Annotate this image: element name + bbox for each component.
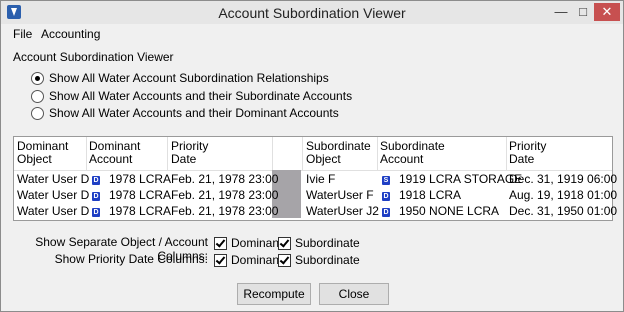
radio-button[interactable]	[31, 106, 44, 120]
radio-button[interactable]	[31, 89, 44, 103]
account-type-icon: D	[382, 208, 390, 217]
title-bar: Account Subordination Viewer — □ ✕	[1, 1, 623, 24]
cell-subordinate-priority: Dec. 31, 1919 06:00	[509, 172, 618, 186]
column-separator[interactable]	[167, 137, 168, 170]
cell-subordinate-object: Ivie F	[306, 172, 336, 186]
radio-label: Show All Water Accounts and their Subord…	[49, 89, 353, 103]
cell-dominant-object: Water User D	[17, 172, 90, 186]
account-type-icon: D	[92, 192, 100, 201]
header-divider	[14, 170, 612, 171]
checkbox-checked[interactable]	[214, 253, 227, 267]
cell-dominant-account: 1978 LCRA	[109, 172, 172, 186]
checkbox-label: Dominant	[231, 236, 283, 250]
account-type-icon: D	[92, 208, 100, 217]
checkbox-checked[interactable]	[278, 236, 291, 250]
cell-subordinate-account: 1950 NONE LCRA	[399, 204, 500, 218]
cell-subordinate-object: WaterUser F	[306, 188, 374, 202]
cell-dominant-account: 1978 LCRA	[109, 204, 172, 218]
checkbox-checked[interactable]	[214, 236, 227, 250]
checkbox-label: Subordinate	[295, 236, 360, 250]
checkbox-priority-dominant[interactable]: Dominant	[214, 252, 282, 268]
account-type-icon: D	[92, 176, 100, 185]
close-button[interactable]: Close	[319, 283, 389, 305]
cell-dominant-account: 1978 LCRA	[109, 188, 172, 202]
maximize-icon[interactable]: □	[572, 3, 594, 21]
column-separator[interactable]	[302, 137, 303, 170]
radio-label: Show All Water Accounts and their Domina…	[49, 106, 339, 120]
cell-subordinate-object: WaterUser J2	[306, 204, 379, 218]
window-title: Account Subordination Viewer	[218, 5, 406, 21]
radio-show-dominant[interactable]: Show All Water Accounts and their Domina…	[31, 105, 339, 121]
header-dominant-priority[interactable]: Priority Date	[171, 140, 208, 166]
cell-subordinate-priority: Aug. 19, 1918 01:00	[509, 188, 618, 202]
account-subordination-window: Account Subordination Viewer — □ ✕ File …	[0, 0, 624, 312]
cell-subordinate-account: 1918 LCRA	[399, 188, 462, 202]
header-subordinate-account[interactable]: Subordinate Account	[380, 140, 445, 166]
recompute-button[interactable]: Recompute	[237, 283, 311, 305]
radio-show-relationships[interactable]: Show All Water Account Subordination Rel…	[31, 70, 329, 86]
cell-dominant-priority: Feb. 21, 1978 23:00	[171, 188, 279, 202]
checkbox-priority-subordinate[interactable]: Subordinate	[278, 252, 360, 268]
radio-show-subordinate[interactable]: Show All Water Accounts and their Subord…	[31, 88, 352, 104]
column-separator[interactable]	[506, 137, 507, 170]
close-window-icon[interactable]: ✕	[594, 3, 620, 21]
cell-dominant-object: Water User D	[17, 204, 90, 218]
menu-bar: File Accounting	[1, 24, 623, 44]
checkbox-columns-dominant[interactable]: Dominant	[214, 235, 282, 251]
radio-label: Show All Water Account Subordination Rel…	[49, 71, 329, 85]
checkbox-label: Dominant	[231, 253, 283, 267]
header-dominant-account[interactable]: Dominant Account	[89, 140, 140, 166]
subordination-table: Dominant Object Dominant Account Priority D…	[13, 136, 617, 221]
account-type-icon: S	[382, 176, 390, 185]
checkbox-columns-subordinate[interactable]: Subordinate	[278, 235, 360, 251]
radio-button-selected[interactable]	[31, 71, 44, 85]
minimize-icon[interactable]: —	[550, 3, 572, 21]
header-subordinate-priority[interactable]: Priority Date	[509, 140, 546, 166]
section-label: Account Subordination Viewer	[13, 50, 174, 64]
account-type-icon: D	[382, 192, 390, 201]
cell-dominant-priority: Feb. 21, 1978 23:00	[171, 204, 279, 218]
cell-subordinate-priority: Dec. 31, 1950 01:00	[509, 204, 618, 218]
column-separator[interactable]	[272, 137, 273, 170]
cell-dominant-priority: Feb. 21, 1978 23:00	[171, 172, 279, 186]
menu-file[interactable]: File	[13, 27, 32, 41]
column-separator[interactable]	[86, 137, 87, 170]
checkbox-label: Subordinate	[295, 253, 360, 267]
header-subordinate-object[interactable]: Subordinate Object	[306, 140, 371, 166]
cell-dominant-object: Water User D	[17, 188, 90, 202]
header-dominant-object[interactable]: Dominant Object	[17, 140, 68, 166]
checkbox-checked[interactable]	[278, 253, 291, 267]
menu-accounting[interactable]: Accounting	[41, 27, 100, 41]
priority-option-label: Show Priority Date Columns:	[54, 252, 208, 266]
column-separator[interactable]	[377, 137, 378, 170]
cell-subordinate-account: 1919 LCRA STORAGE	[399, 172, 523, 186]
